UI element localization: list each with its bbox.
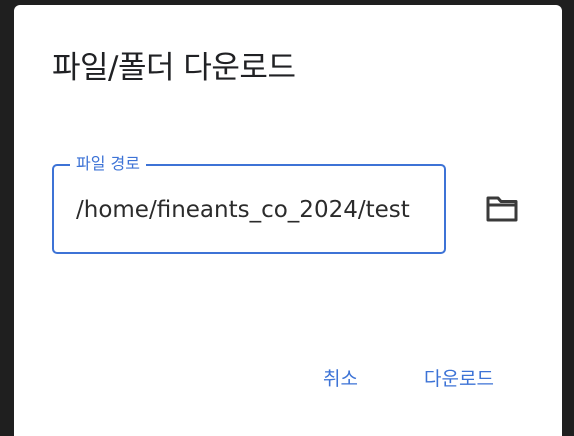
dialog-title: 파일/폴더 다운로드 [52,50,296,86]
download-button[interactable]: 다운로드 [416,359,502,399]
path-field[interactable]: 파일 경로 [52,153,446,254]
download-dialog: 파일/폴더 다운로드 파일 경로 취소 다운로드 [14,5,562,436]
browse-folder-button[interactable] [480,187,524,231]
path-field-label: 파일 경로 [70,153,146,175]
cancel-button[interactable]: 취소 [315,359,366,399]
path-input[interactable] [76,194,426,226]
folder-icon [486,196,518,222]
